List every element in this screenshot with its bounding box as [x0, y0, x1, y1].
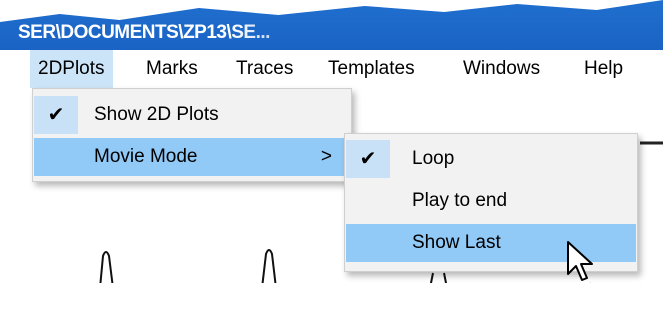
torn-edge — [0, 283, 663, 323]
menu-bar: 2DPlots Marks Traces Templates Windows H… — [0, 50, 663, 89]
menu-traces[interactable]: Traces — [228, 50, 301, 88]
menu-item-play-to-end[interactable]: Play to end — [346, 182, 636, 220]
menu-item-label: Movie Mode — [94, 146, 198, 167]
menu-help[interactable]: Help — [576, 50, 631, 88]
menu-item-label: Show Last — [412, 232, 501, 253]
menu-templates[interactable]: Templates — [320, 50, 423, 88]
menu-item-label: Show 2D Plots — [94, 104, 219, 125]
menu-marks[interactable]: Marks — [138, 50, 206, 88]
menu-item-label: Play to end — [412, 190, 508, 211]
title-bar: SER\DOCUMENTS\ZP13\SE... — [0, 0, 663, 50]
menu-item-label: Loop — [412, 148, 455, 169]
checkmark-icon: ✔ — [34, 96, 78, 134]
chevron-right-icon: > — [320, 146, 332, 167]
menu-item-movie-mode[interactable]: Movie Mode > — [34, 138, 350, 176]
menu-windows[interactable]: Windows — [455, 50, 548, 88]
mouse-pointer-icon — [567, 241, 593, 281]
menu-item-show-2d-plots[interactable]: ✔ Show 2D Plots — [34, 96, 350, 134]
menu-item-loop[interactable]: ✔ Loop — [346, 140, 636, 178]
menu-2dplots[interactable]: 2DPlots — [30, 50, 113, 88]
checkmark-icon: ✔ — [346, 140, 390, 178]
window-title: SER\DOCUMENTS\ZP13\SE... — [18, 22, 270, 43]
dropdown-2dplots: ✔ Show 2D Plots Movie Mode > — [32, 88, 352, 182]
